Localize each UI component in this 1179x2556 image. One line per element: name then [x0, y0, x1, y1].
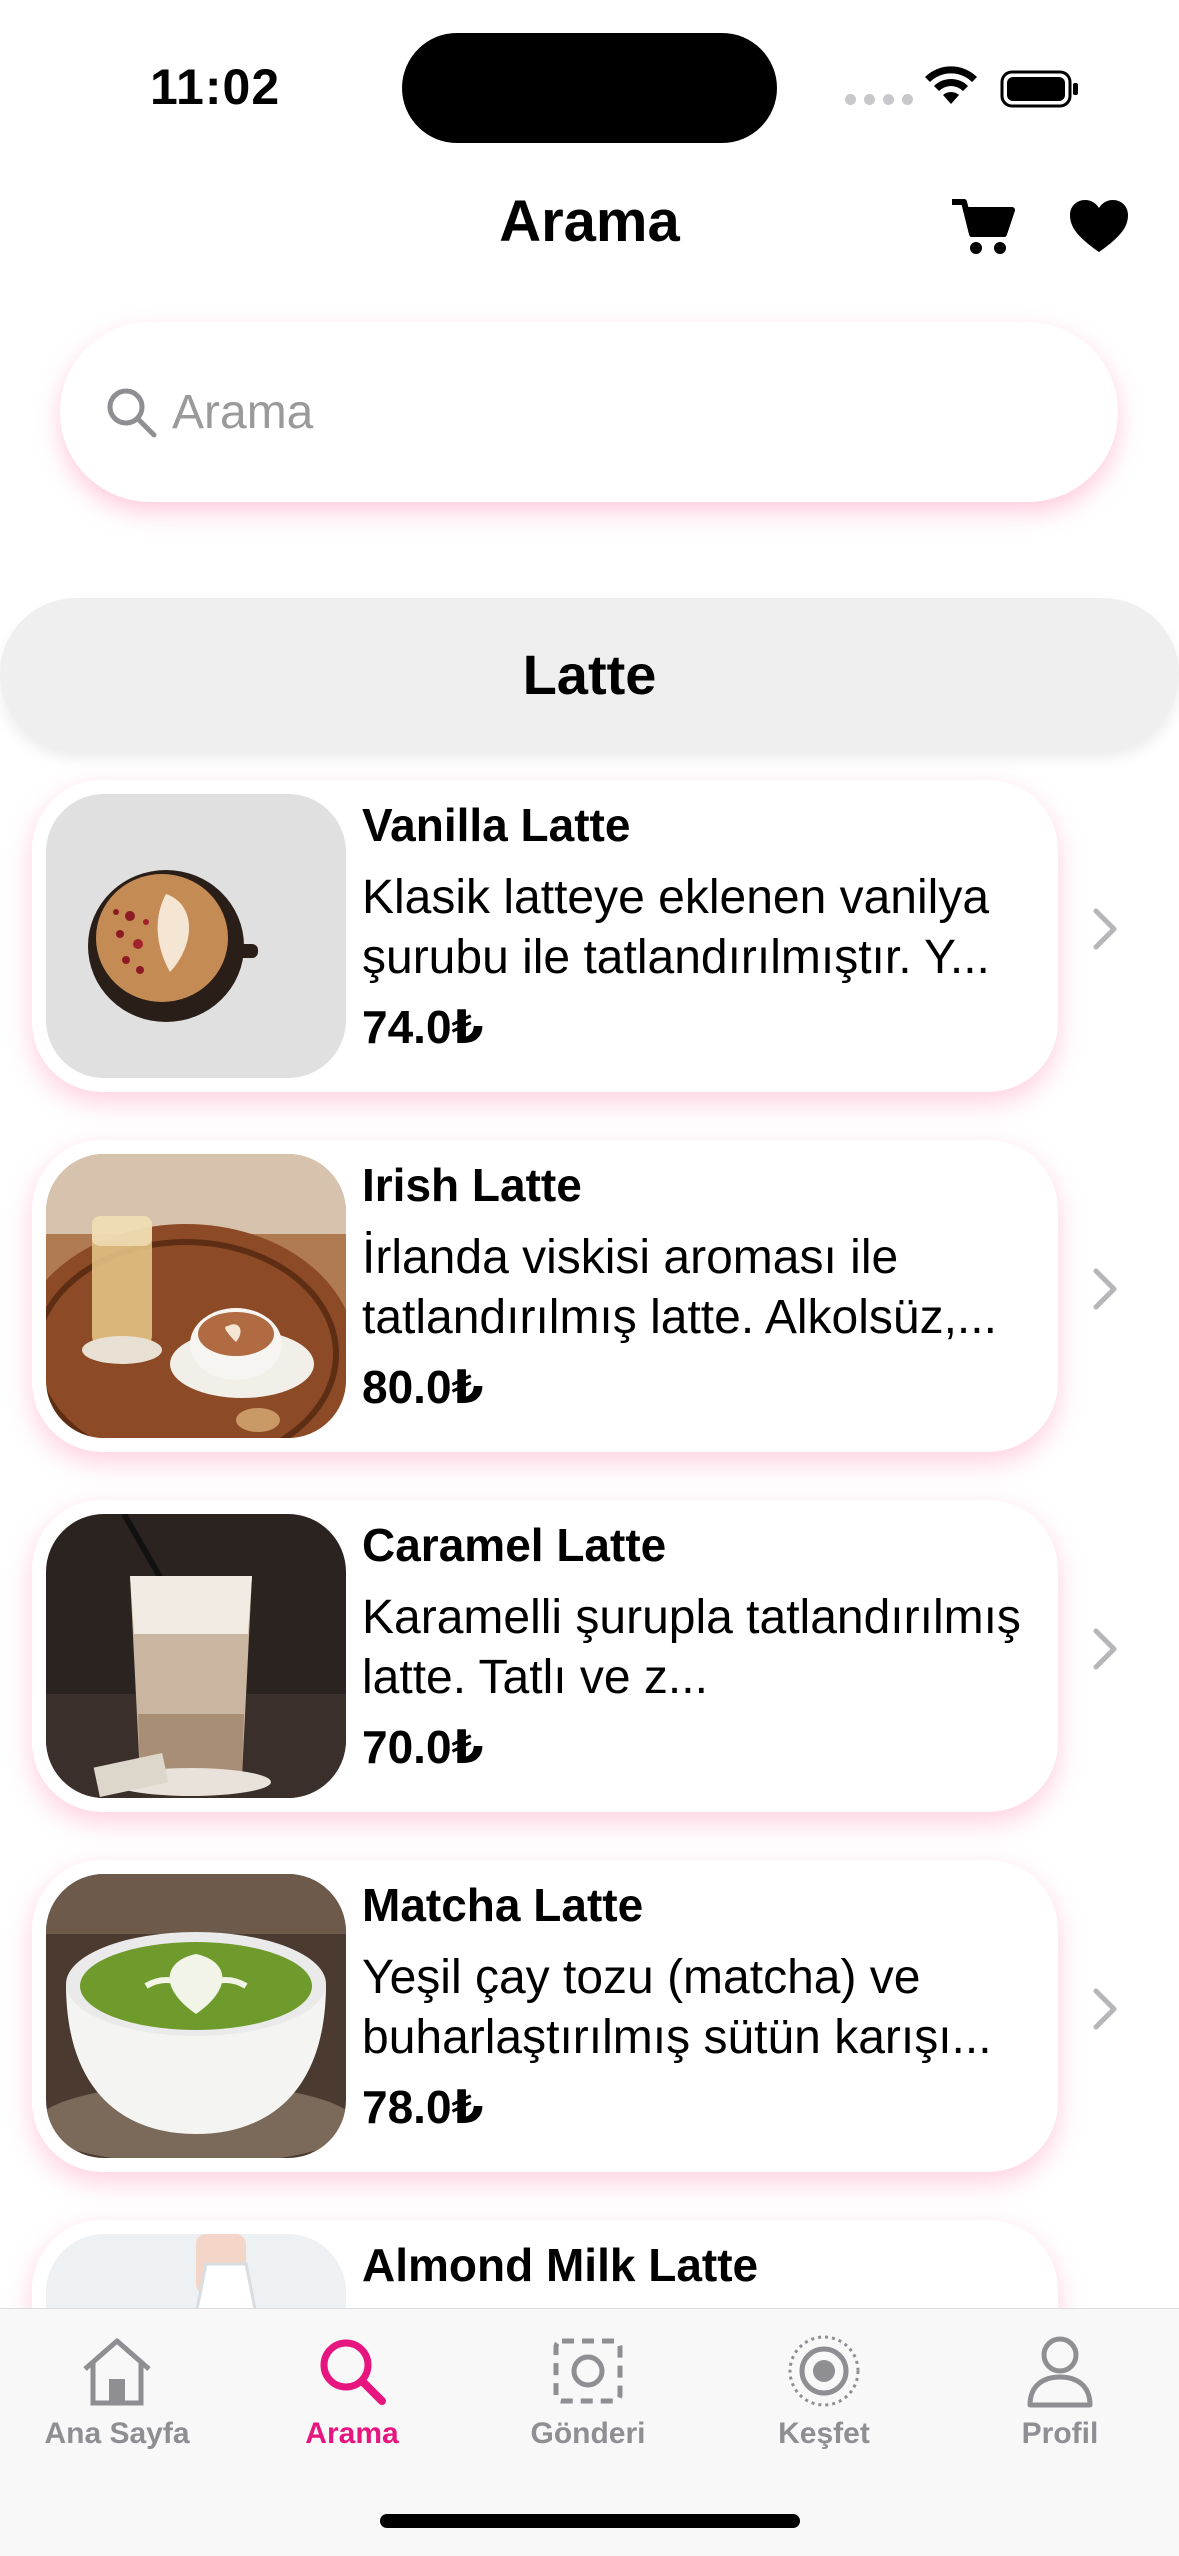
product-image	[46, 1874, 346, 2158]
category-label: Latte	[522, 642, 657, 706]
product-description: Yeşil çay tozu (matcha) ve buharlaştırıl…	[362, 1951, 992, 2064]
product-name: Matcha Latte	[362, 1879, 644, 1931]
list-item[interactable]: Caramel Latte Karamelli şurupla tatlandı…	[32, 1500, 1058, 1812]
product-image	[46, 1154, 346, 1438]
explore-icon	[788, 2335, 860, 2407]
tab-profile[interactable]: Profil	[960, 2331, 1160, 2451]
search-bar[interactable]	[60, 322, 1118, 502]
product-name: Vanilla Latte	[362, 799, 631, 851]
cellular-signal-icon	[845, 94, 913, 105]
dynamic-island	[402, 33, 777, 143]
product-image	[46, 794, 346, 1078]
status-bar: 11:02	[0, 0, 1179, 170]
tab-search[interactable]: Arama	[252, 2331, 452, 2451]
list-item[interactable]: Irish Latte İrlanda viskisi aroması ile …	[32, 1140, 1058, 1452]
category-header[interactable]: Latte	[0, 598, 1179, 750]
product-price: 80.0₺	[362, 1361, 484, 1413]
search-input[interactable]	[172, 384, 972, 440]
home-icon	[83, 2338, 151, 2406]
product-image	[46, 1514, 346, 1798]
product-price: 70.0₺	[362, 1721, 484, 1773]
status-time: 11:02	[150, 59, 281, 115]
tab-label: Arama	[305, 2417, 399, 2450]
product-name: Almond Milk Latte	[362, 2239, 759, 2291]
heart-icon[interactable]	[1068, 198, 1130, 254]
search-icon	[107, 388, 157, 438]
tab-label: Ana Sayfa	[44, 2417, 190, 2450]
tab-post[interactable]: Gönderi	[488, 2331, 688, 2451]
tab-label: Profil	[1021, 2417, 1099, 2450]
wifi-icon	[925, 66, 977, 104]
battery-icon	[1000, 70, 1078, 108]
list-item[interactable]: Vanilla Latte Klasik latteye eklenen van…	[32, 780, 1058, 1092]
list-item[interactable]: Matcha Latte Yeşil çay tozu (matcha) ve …	[32, 1860, 1058, 2172]
chevron-right-icon[interactable]	[1090, 1625, 1120, 1673]
product-description: Klasik latteye eklenen vanilya şurubu il…	[362, 871, 990, 984]
product-price: 74.0₺	[362, 1001, 484, 1053]
search-icon	[320, 2339, 386, 2405]
product-description: Karamelli şurupla tatlandırılmış latte. …	[362, 1591, 1021, 1704]
cart-icon[interactable]	[950, 196, 1016, 256]
chevron-right-icon[interactable]	[1090, 1265, 1120, 1313]
chevron-right-icon[interactable]	[1090, 905, 1120, 953]
post-icon	[553, 2338, 623, 2404]
product-description: İrlanda viskisi aroması ile tatlandırılm…	[362, 1231, 997, 1344]
home-indicator	[380, 2514, 800, 2528]
chevron-right-icon[interactable]	[1090, 1985, 1120, 2033]
tab-explore[interactable]: Keşfet	[724, 2331, 924, 2451]
tab-label: Gönderi	[530, 2417, 646, 2450]
product-name: Caramel Latte	[362, 1519, 667, 1571]
product-name: Irish Latte	[362, 1159, 582, 1211]
profile-icon	[1027, 2336, 1093, 2408]
product-price: 78.0₺	[362, 2081, 484, 2133]
tab-label: Keşfet	[778, 2417, 870, 2450]
tab-home[interactable]: Ana Sayfa	[17, 2331, 217, 2451]
